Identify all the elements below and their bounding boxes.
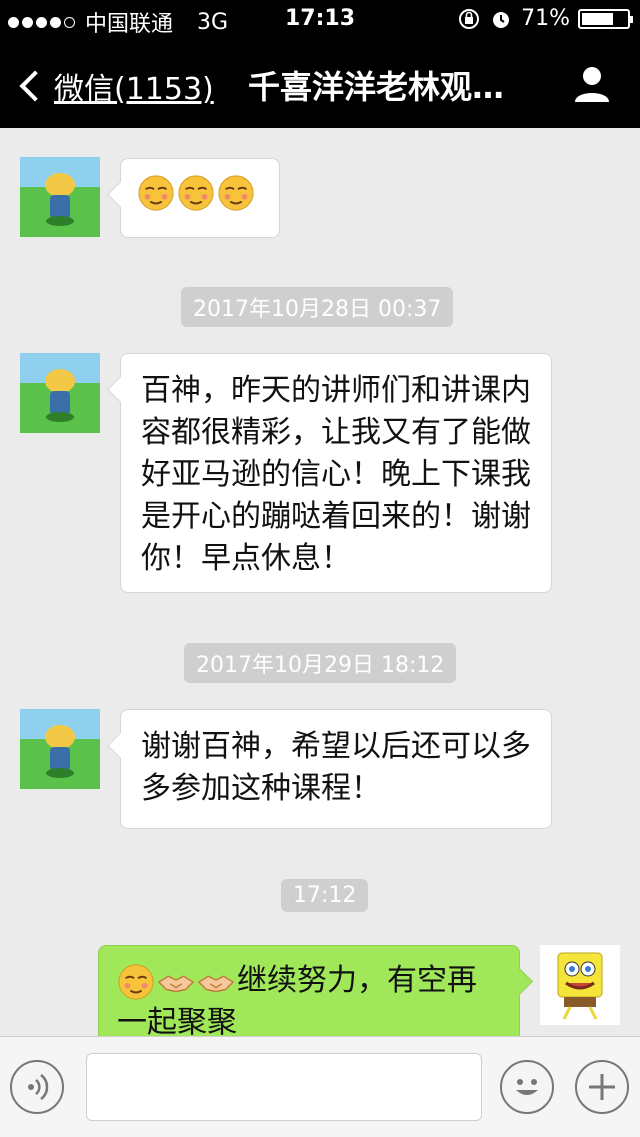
chat-title: 千喜洋洋老林观… xyxy=(248,68,505,106)
chevron-left-icon xyxy=(19,70,51,102)
avatar-sender[interactable] xyxy=(20,709,100,789)
smirk-face-icon xyxy=(118,963,154,1000)
profile-icon[interactable] xyxy=(572,64,612,104)
avatar-self[interactable] xyxy=(540,945,620,1025)
voice-toggle-button[interactable] xyxy=(10,1060,64,1114)
rotation-lock-icon xyxy=(459,8,480,29)
message-text: 百神，昨天的讲师们和讲课内容都很精彩，让我又有了能做好亚马逊的信心！晚上下课我是… xyxy=(141,373,531,576)
handshake-icon xyxy=(157,974,195,992)
smiley-icon xyxy=(516,1079,538,1095)
emoji-button[interactable] xyxy=(500,1060,554,1114)
smirk-face-icon xyxy=(138,174,174,211)
message-bubble[interactable]: 百神，昨天的讲师们和讲课内容都很精彩，让我又有了能做好亚马逊的信心！晚上下课我是… xyxy=(120,353,552,593)
message-bubble[interactable] xyxy=(120,158,280,238)
smirk-face-icon xyxy=(178,174,214,211)
status-bar: 中国联通 3G 17:13 71% xyxy=(0,0,640,40)
more-options-button[interactable] xyxy=(575,1060,629,1114)
plus-icon xyxy=(589,1074,615,1100)
avatar-sender[interactable] xyxy=(20,353,100,433)
message-text: 谢谢百神，希望以后还可以多多参加这种课程！ xyxy=(141,729,531,806)
message-bubble[interactable]: 谢谢百神，希望以后还可以多多参加这种课程！ xyxy=(120,709,552,829)
timestamp: 2017年10月28日 00:37 xyxy=(181,287,454,327)
voice-icon xyxy=(28,1074,49,1100)
input-bar xyxy=(0,1036,640,1137)
back-button[interactable]: 微信(1153) xyxy=(18,64,214,108)
back-label: 微信(1153) xyxy=(54,72,214,107)
alarm-icon xyxy=(493,11,510,28)
timestamp: 2017年10月29日 18:12 xyxy=(184,643,457,683)
avatar-sender[interactable] xyxy=(20,157,100,237)
battery-icon xyxy=(578,8,633,29)
smirk-face-icon xyxy=(218,174,254,211)
status-right: 71% xyxy=(457,6,633,31)
timestamp: 17:12 xyxy=(281,879,369,912)
message-input[interactable] xyxy=(86,1053,482,1121)
handshake-icon xyxy=(197,974,235,992)
nav-bar: 微信(1153) 千喜洋洋老林观… xyxy=(0,40,640,128)
battery-percent: 71% xyxy=(521,6,570,31)
battery-fill xyxy=(582,12,614,25)
